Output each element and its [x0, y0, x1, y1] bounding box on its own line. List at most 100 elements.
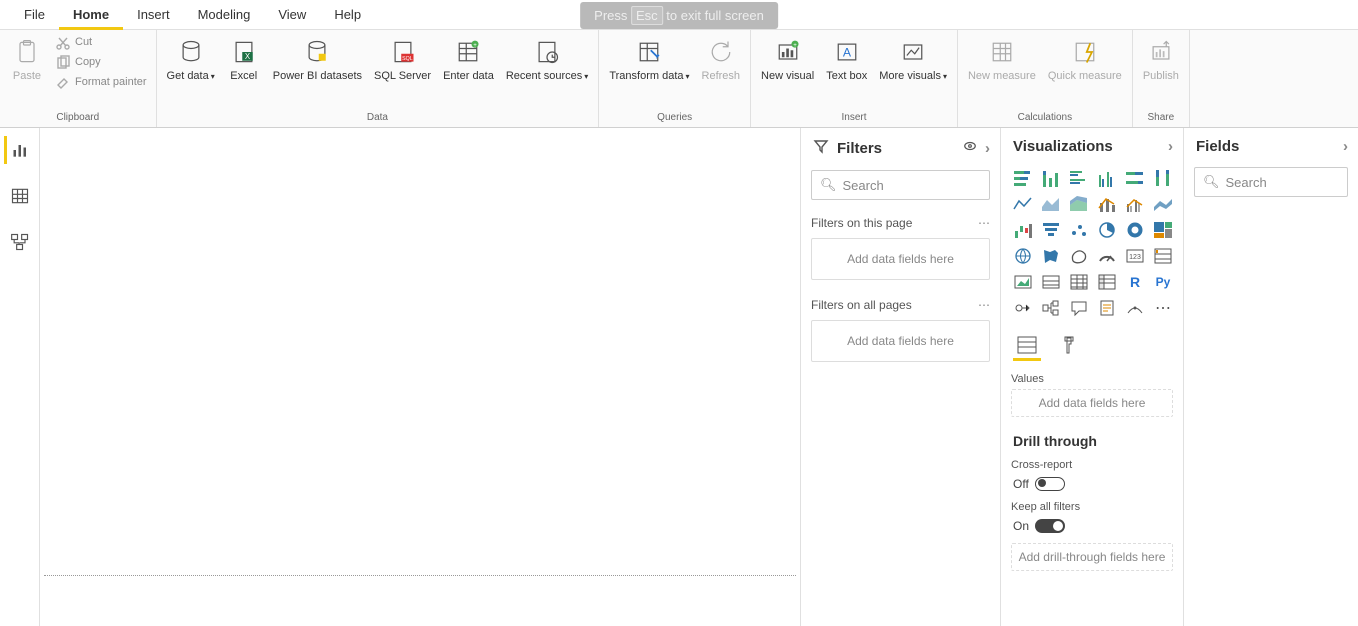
format-painter-icon — [55, 75, 71, 91]
chevron-right-icon[interactable]: › — [985, 140, 990, 157]
copy-icon — [55, 55, 71, 71]
fields-search[interactable]: 🔍︎ Search — [1194, 167, 1348, 197]
cross-report-toggle[interactable] — [1035, 477, 1065, 491]
tab-view[interactable]: View — [264, 0, 320, 30]
map-icon[interactable] — [1011, 245, 1035, 267]
chevron-right-icon[interactable]: › — [1168, 138, 1173, 155]
multi-row-card-icon[interactable] — [1151, 245, 1175, 267]
py-visual-icon[interactable]: Py — [1151, 271, 1175, 293]
key-influencers-icon[interactable] — [1011, 297, 1035, 319]
clustered-column-icon[interactable] — [1095, 167, 1119, 189]
tab-insert[interactable]: Insert — [123, 0, 184, 30]
r-visual-icon[interactable]: R — [1123, 271, 1147, 293]
funnel-icon[interactable] — [1039, 219, 1063, 241]
card-icon[interactable]: 123 — [1123, 245, 1147, 267]
values-drop[interactable]: Add data fields here — [1011, 389, 1173, 417]
more-visual-icon[interactable]: ⋯ — [1151, 297, 1175, 319]
more-visuals-button[interactable]: More visuals▾ — [875, 34, 951, 84]
drill-through-drop[interactable]: Add drill-through fields here — [1011, 543, 1173, 571]
keep-filters-label: Keep all filters — [1001, 495, 1183, 515]
scatter-icon[interactable] — [1067, 219, 1091, 241]
paginated-icon[interactable] — [1095, 297, 1119, 319]
more-icon[interactable]: ⋯ — [978, 298, 990, 312]
more-icon[interactable]: ⋯ — [978, 216, 990, 230]
stacked-bar-icon[interactable] — [1011, 167, 1035, 189]
decomposition-tree-icon[interactable] — [1039, 297, 1063, 319]
fields-tab-button[interactable] — [1013, 333, 1041, 357]
cross-report-label: Cross-report — [1001, 453, 1183, 473]
refresh-icon — [705, 36, 737, 68]
hundred-bar-icon[interactable] — [1123, 167, 1147, 189]
filled-map-icon[interactable] — [1039, 245, 1063, 267]
line-chart-icon[interactable] — [1011, 193, 1035, 215]
text-box-button[interactable]: A Text box — [822, 34, 871, 84]
report-canvas[interactable] — [40, 128, 800, 626]
stacked-area-icon[interactable] — [1067, 193, 1091, 215]
eye-icon[interactable] — [963, 139, 977, 157]
publish-icon — [1145, 36, 1177, 68]
tab-modeling[interactable]: Modeling — [184, 0, 265, 30]
group-label-calc: Calculations — [964, 112, 1126, 125]
copy-button[interactable]: Copy — [52, 54, 150, 72]
pie-icon[interactable] — [1095, 219, 1119, 241]
hundred-column-icon[interactable] — [1151, 167, 1175, 189]
area-chart-icon[interactable] — [1039, 193, 1063, 215]
line-clustered-column-icon[interactable] — [1123, 193, 1147, 215]
kpi-icon[interactable] — [1011, 271, 1035, 293]
filters-title: Filters — [837, 140, 882, 157]
table-icon[interactable] — [1067, 271, 1091, 293]
new-visual-button[interactable]: + New visual — [757, 34, 818, 84]
slicer-icon[interactable] — [1039, 271, 1063, 293]
filters-search[interactable]: 🔍︎ Search — [811, 170, 990, 200]
group-label-insert: Insert — [757, 112, 951, 125]
shape-map-icon[interactable] — [1067, 245, 1091, 267]
recent-sources-button[interactable]: Recent sources▾ — [502, 34, 592, 84]
qa-visual-icon[interactable] — [1067, 297, 1091, 319]
filters-page-drop[interactable]: Add data fields here — [811, 238, 990, 280]
arcgis-icon[interactable] — [1123, 297, 1147, 319]
nav-data-view[interactable] — [6, 182, 34, 210]
chevron-right-icon[interactable]: › — [1343, 138, 1348, 155]
filters-on-all-label: Filters on all pages — [811, 298, 912, 312]
tab-help[interactable]: Help — [320, 0, 375, 30]
new-measure-button[interactable]: New measure — [964, 34, 1040, 84]
svg-text:+: + — [793, 42, 797, 49]
waterfall-icon[interactable] — [1011, 219, 1035, 241]
format-painter-button[interactable]: Format painter — [52, 74, 150, 92]
stacked-column-icon[interactable] — [1039, 167, 1063, 189]
refresh-button[interactable]: Refresh — [698, 34, 745, 84]
ribbon-group-share: Publish Share — [1133, 30, 1190, 127]
excel-button[interactable]: X Excel — [223, 34, 265, 84]
transform-data-button[interactable]: Transform data▾ — [605, 34, 693, 84]
sql-server-button[interactable]: SQL SQL Server — [370, 34, 435, 84]
pbi-datasets-button[interactable]: Power BI datasets — [269, 34, 366, 84]
filters-all-drop[interactable]: Add data fields here — [811, 320, 990, 362]
get-data-icon — [175, 36, 207, 68]
nav-model-view[interactable] — [6, 228, 34, 256]
ribbon-chart-icon[interactable] — [1151, 193, 1175, 215]
quick-measure-button[interactable]: Quick measure — [1044, 34, 1126, 84]
visualizations-panel: Visualizations › 123 — [1000, 128, 1183, 626]
search-icon: 🔍︎ — [1203, 174, 1220, 190]
paste-button[interactable]: Paste — [6, 34, 48, 84]
publish-button[interactable]: Publish — [1139, 34, 1183, 84]
donut-icon[interactable] — [1123, 219, 1147, 241]
get-data-button[interactable]: Get data▾ — [163, 34, 219, 84]
keep-filters-toggle[interactable] — [1035, 519, 1065, 533]
treemap-icon[interactable] — [1151, 219, 1175, 241]
clustered-bar-icon[interactable] — [1067, 167, 1091, 189]
gauge-icon[interactable] — [1095, 245, 1119, 267]
group-label-data: Data — [163, 112, 593, 125]
tab-home[interactable]: Home — [59, 0, 123, 30]
svg-text:+: + — [474, 42, 478, 49]
enter-data-button[interactable]: + Enter data — [439, 34, 498, 84]
tab-file[interactable]: File — [10, 0, 59, 30]
ribbon-group-calculations: New measure Quick measure Calculations — [958, 30, 1133, 127]
nav-report-view[interactable] — [4, 136, 32, 164]
visualizations-title: Visualizations — [1013, 138, 1113, 155]
matrix-icon[interactable] — [1095, 271, 1119, 293]
group-label-queries: Queries — [605, 112, 744, 125]
line-stacked-column-icon[interactable] — [1095, 193, 1119, 215]
format-tab-button[interactable] — [1055, 333, 1083, 357]
cut-button[interactable]: Cut — [52, 34, 150, 52]
